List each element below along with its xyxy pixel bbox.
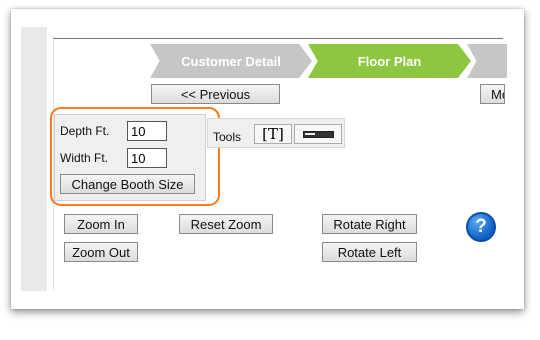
text-tool-glyph: T <box>267 125 278 143</box>
more-button[interactable]: Mo <box>480 84 505 104</box>
zoom-in-button[interactable]: Zoom In <box>64 214 138 234</box>
previous-button[interactable]: << Previous <box>151 84 280 104</box>
line-tool-icon[interactable] <box>294 124 342 144</box>
rotate-right-button[interactable]: Rotate Right <box>322 214 417 234</box>
step-floor-plan[interactable]: Floor Plan <box>308 44 471 78</box>
highlight-callout <box>50 107 220 206</box>
left-sidebar-strip <box>21 27 47 291</box>
rotate-left-button[interactable]: Rotate Left <box>322 242 417 262</box>
reset-zoom-button[interactable]: Reset Zoom <box>179 214 273 234</box>
zoom-out-button[interactable]: Zoom Out <box>64 242 138 262</box>
text-tool-icon[interactable]: [T] <box>254 124 292 144</box>
tools-label: Tools <box>213 130 242 144</box>
help-icon[interactable]: ? <box>466 212 496 242</box>
line-tool-bar <box>303 131 334 138</box>
step-customer-detail[interactable]: Customer Detail <box>150 44 312 78</box>
header-divider <box>53 38 503 39</box>
